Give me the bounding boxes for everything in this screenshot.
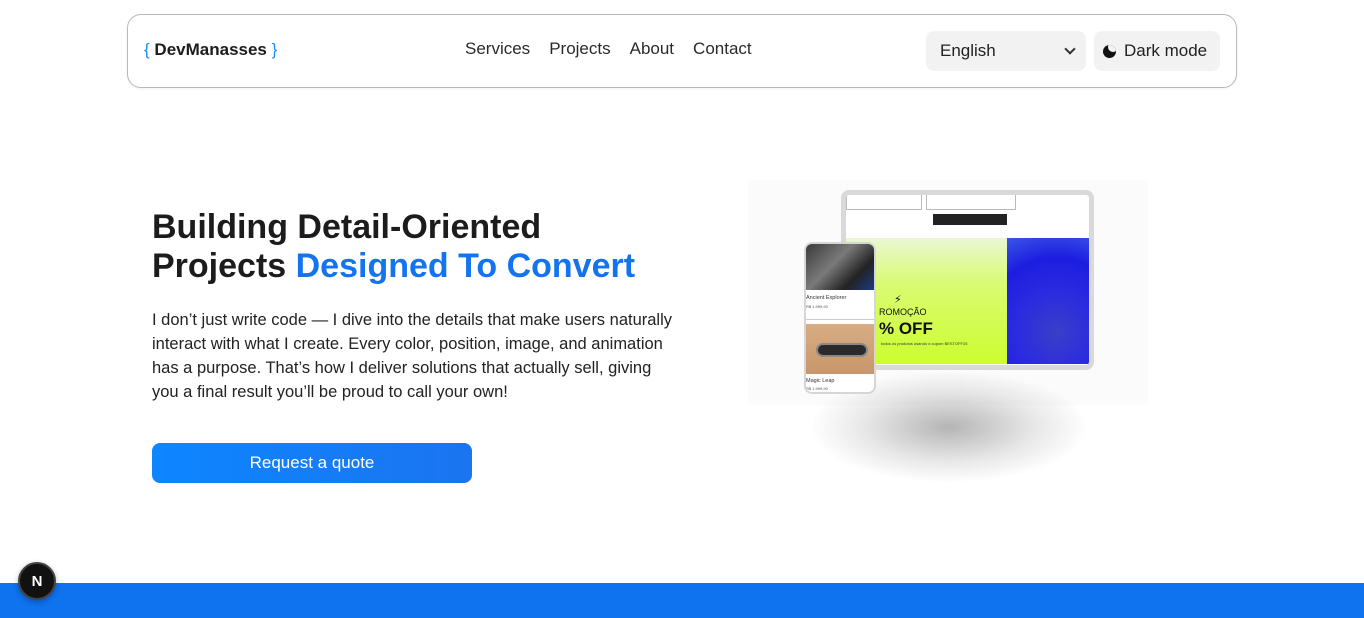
- hero-title: Building Detail-Oriented Projects Design…: [152, 208, 712, 286]
- mockup-promo-small: todos os produtos usando o cupom BESTOFF…: [881, 341, 968, 346]
- request-quote-button[interactable]: Request a quote: [152, 443, 472, 483]
- hero-title-line2: Projects: [152, 247, 296, 285]
- mockup-button: [933, 214, 1007, 225]
- nav-link-services[interactable]: Services: [465, 39, 530, 59]
- language-value: English: [940, 41, 996, 60]
- chevron-down-icon: [1064, 43, 1076, 55]
- hero-title-line1: Building Detail-Oriented: [152, 208, 542, 246]
- product-name: Magic Leap: [806, 378, 835, 384]
- nav-link-projects[interactable]: Projects: [549, 39, 610, 59]
- dark-mode-label: Dark mode: [1124, 41, 1208, 60]
- product-image: [806, 244, 874, 290]
- dev-badge-button[interactable]: N: [18, 562, 56, 600]
- product-price: R$ 1.999,90: [806, 304, 828, 309]
- hero-description: I don’t just write code — I dive into th…: [152, 311, 673, 401]
- mockup-blue-image: [1007, 238, 1089, 364]
- nav-links: Services Projects About Contact: [465, 39, 752, 59]
- phone-mockup: Ancient Explorer R$ 1.999,90 Magic Leap …: [804, 242, 876, 394]
- hero-title-accent: Designed To Convert: [295, 247, 636, 285]
- divider: [806, 319, 874, 320]
- bottom-section-band: [0, 583, 1364, 618]
- logo-close-brace: }: [271, 40, 278, 59]
- nav-link-contact[interactable]: Contact: [693, 39, 752, 59]
- mockup-promo-off: % OFF: [879, 319, 933, 338]
- mockup-promo-label: ROMOÇÃO: [879, 307, 927, 317]
- moon-icon: [1103, 44, 1116, 58]
- goggles-image: [816, 343, 868, 357]
- lightning-icon: ⚡: [894, 294, 902, 306]
- nav-link-about[interactable]: About: [630, 39, 674, 59]
- laptop-mockup: ⚡ ROMOÇÃO % OFF todos os produtos usando…: [841, 190, 1094, 370]
- navbar: { DevManasses } Services Projects About …: [127, 14, 1237, 88]
- mockup-field: [846, 195, 922, 210]
- mockup-field: [926, 195, 1016, 210]
- logo-open-brace: {: [144, 40, 150, 59]
- product-name: Ancient Explorer: [806, 295, 847, 301]
- logo-text: DevManasses: [154, 40, 267, 59]
- dark-mode-button[interactable]: Dark mode: [1094, 31, 1220, 71]
- language-select[interactable]: English: [926, 31, 1086, 71]
- product-price: R$ 1.999,90: [806, 386, 828, 391]
- logo[interactable]: { DevManasses }: [144, 40, 277, 60]
